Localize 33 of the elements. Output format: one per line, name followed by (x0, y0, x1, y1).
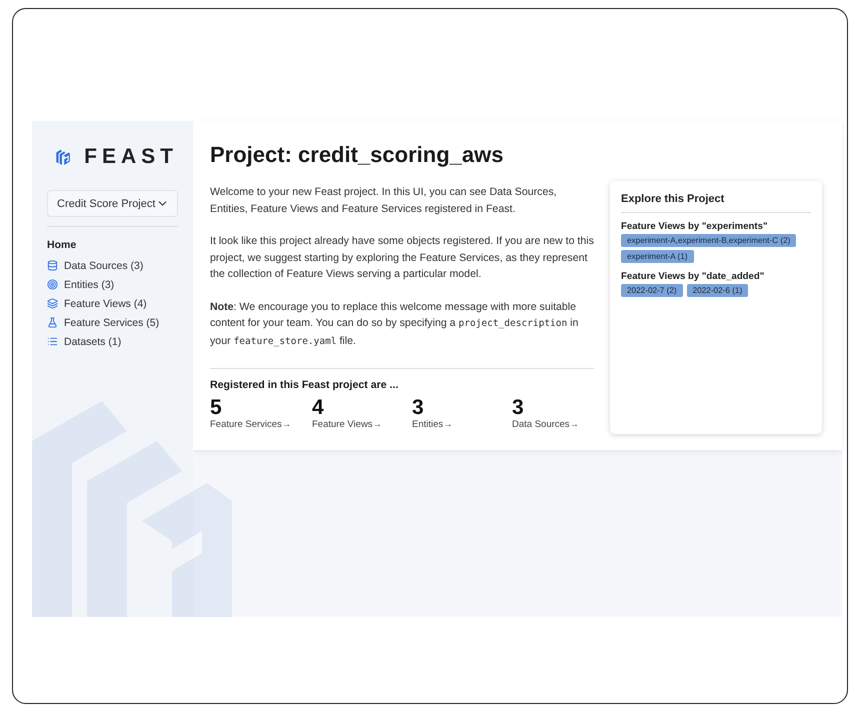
page-title: Project: credit_scoring_aws (210, 142, 504, 168)
tag[interactable]: 2022-02-7 (2) (621, 284, 683, 297)
group-title: Feature Views by "date_added" (621, 271, 766, 282)
nav-item[interactable]: Entities (3) (47, 275, 178, 294)
stat-link[interactable]: Entities→ (412, 419, 453, 430)
tag[interactable]: experiment-A (1) (621, 250, 694, 263)
stat-value: 3 (412, 397, 424, 419)
stat-link[interactable]: Feature Services→ (210, 419, 292, 430)
flask-icon (47, 317, 58, 328)
nav-item[interactable]: Feature Views (4) (47, 294, 178, 313)
stat-value: 5 (210, 397, 222, 419)
brand-name: FEAST (84, 145, 178, 169)
nav-heading: Home (47, 239, 78, 251)
tag[interactable]: 2022-02-6 (1) (686, 284, 748, 297)
stat-link[interactable]: Data Sources→ (512, 419, 580, 430)
stat-value: 3 (512, 397, 524, 419)
target-icon (47, 279, 58, 290)
stat-value: 4 (312, 397, 324, 419)
list-icon (47, 336, 58, 347)
tag[interactable]: experiment-A,experiment-B,experiment-C (2) (621, 234, 796, 247)
nav-item[interactable]: Datasets (1) (47, 332, 178, 351)
registered-heading: Registered in this Feast project are ... (210, 379, 400, 391)
paragraph: It look like this project already have some objects registered. If you are new to this project, we suggest starting by exploring the Feature Services, as they represent the collection of Feature Views serving a particular model. (210, 234, 594, 282)
nav-item[interactable]: Data Sources (3) (47, 256, 178, 275)
project-select[interactable]: Credit Score Project (47, 190, 178, 217)
database-icon (47, 260, 58, 271)
layers-icon (47, 298, 58, 309)
stat-link[interactable]: Feature Views→ (312, 419, 382, 430)
nav-item[interactable]: Feature Services (5) (47, 313, 178, 332)
group-title: Feature Views by "experiments" (621, 221, 768, 232)
paragraph: Note: We encourage you to replace this welcome message with more suitable content for your team. You can do so by specifying a project_description in your feature_store.yaml file. (210, 300, 580, 348)
paragraph: Welcome to your new Feast project. In this UI, you can see Data Sources, Entities, Feature Views and Feature Services registered in Feast. (210, 185, 558, 216)
panel-title: Explore this Project (621, 193, 726, 205)
